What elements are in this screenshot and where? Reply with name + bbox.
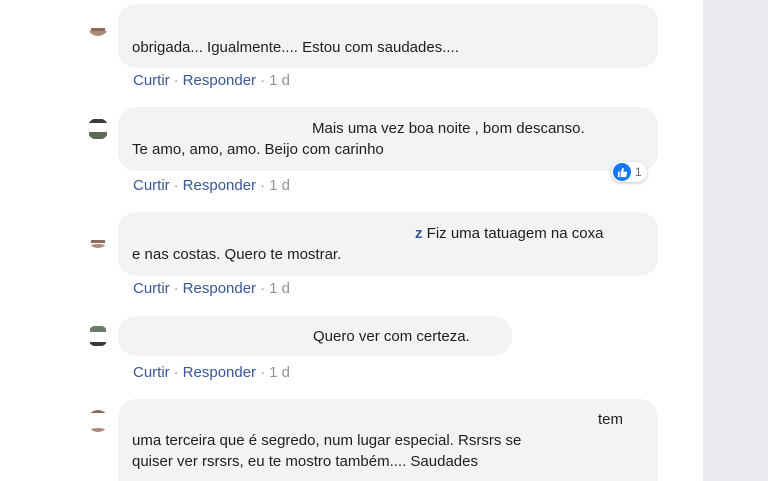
avatar[interactable] — [87, 410, 109, 432]
avatar-photo-icon — [87, 325, 109, 347]
right-sidebar-background — [703, 0, 768, 481]
comment-bubble: Quero ver com certeza. — [118, 316, 512, 356]
comment-actions: Curtir · Responder · 1 d — [133, 280, 290, 297]
reply-link[interactable]: Responder — [183, 364, 256, 381]
reply-link[interactable]: Responder — [183, 177, 256, 194]
comment-text-line-1: tem — [598, 411, 624, 428]
reaction-count: 1 — [635, 165, 642, 179]
avatar-photo-icon — [87, 14, 109, 36]
like-link[interactable]: Curtir — [133, 72, 170, 89]
comment-text-line-1: Fiz uma tatuagem na coxa — [426, 225, 604, 242]
timestamp[interactable]: 1 d — [269, 280, 290, 297]
comment-text-line-2: uma terceira que é segredo, num lugar es… — [132, 432, 522, 449]
comment-actions: Curtir · Responder · 1 d — [133, 177, 290, 194]
comment-actions: Curtir · Responder · 1 d — [133, 364, 290, 381]
timestamp[interactable]: 1 d — [269, 177, 290, 194]
comment-text: Quero ver com certeza. — [313, 328, 470, 345]
comment-actions: Curtir · Responder · 1 d — [133, 72, 290, 89]
avatar-photo-icon — [87, 410, 109, 432]
avatar[interactable] — [87, 226, 109, 248]
reply-link[interactable]: Responder — [183, 280, 256, 297]
comment-bubble: obrigada... Igualmente.... Estou com sau… — [118, 4, 658, 68]
avatar[interactable] — [87, 325, 109, 347]
like-link[interactable]: Curtir — [133, 364, 170, 381]
comment-text-line-2: e nas costas. Quero te mostrar. — [132, 246, 342, 263]
avatar[interactable] — [87, 14, 109, 36]
timestamp[interactable]: 1 d — [269, 364, 290, 381]
like-link[interactable]: Curtir — [133, 177, 170, 194]
avatar-photo-icon — [87, 118, 109, 140]
like-thumb-icon — [613, 163, 631, 181]
comment-bubble: tem uma terceira que é segredo, num luga… — [118, 399, 658, 481]
author-name-fragment[interactable]: z — [415, 225, 423, 242]
reaction-summary[interactable]: 1 — [611, 162, 647, 182]
comment-bubble: z Fiz uma tatuagem na coxa e nas costas.… — [118, 212, 658, 276]
comment-text-line-1: Mais uma vez boa noite , bom descanso. — [312, 120, 585, 137]
avatar[interactable] — [87, 118, 109, 140]
reply-link[interactable]: Responder — [183, 72, 256, 89]
timestamp[interactable]: 1 d — [269, 72, 290, 89]
like-link[interactable]: Curtir — [133, 280, 170, 297]
comment-text: obrigada... Igualmente.... Estou com sau… — [132, 39, 459, 56]
comment-text-line-3: quiser ver rsrsrs, eu te mostro também..… — [132, 453, 478, 470]
avatar-photo-icon — [87, 226, 109, 248]
comment-bubble: Mais uma vez boa noite , bom descanso. T… — [118, 107, 658, 171]
comment-text-line-2: Te amo, amo, amo. Beijo com carinho — [132, 141, 384, 158]
